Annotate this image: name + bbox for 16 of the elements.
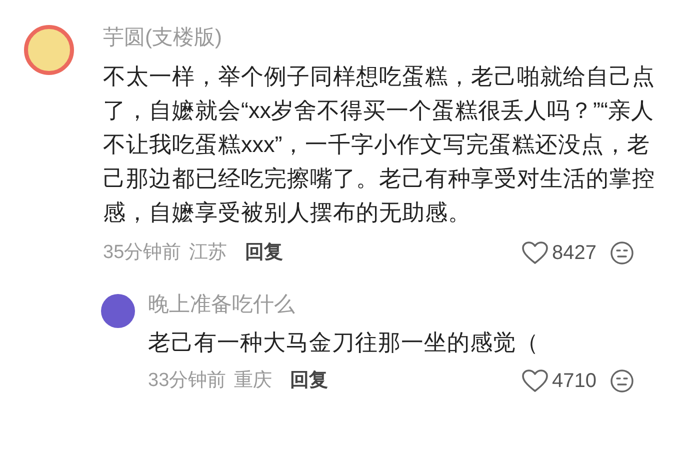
comment-location: 重庆 — [234, 368, 272, 393]
reply-button[interactable]: 回复 — [290, 366, 328, 396]
avatar-drawing[interactable] — [101, 294, 135, 328]
avatar-drawing[interactable] — [24, 25, 74, 75]
comment-text: 老己有一种大马金刀往那一坐的感觉（ — [148, 329, 540, 357]
comment-location: 江苏 — [189, 240, 228, 265]
neutral-face-icon[interactable] — [610, 369, 634, 393]
reply-button[interactable]: 回复 — [245, 238, 284, 268]
comment-text: 不太一样，举个例子同样想吃蛋糕，老己啪就给自己点了，自嬷就会“xx岁舍不得买一个蛋糕很丢人吗？”“亲人不让我吃蛋糕xxx”，一千字小作文写完蛋糕还没点，老己那边都已经吃完擦嘴了。老己有种享受对生活的掌控感，自嬷享受被别人摆布的无助感。 — [103, 63, 656, 227]
neutral-face-icon[interactable] — [610, 241, 634, 265]
comment-time: 33分钟前 — [148, 368, 226, 393]
heart-icon[interactable] — [522, 241, 548, 265]
like-count: 4710 — [552, 369, 598, 394]
like-count: 8427 — [552, 241, 598, 266]
heart-icon[interactable] — [522, 369, 548, 393]
comment-time: 35分钟前 — [103, 240, 182, 265]
